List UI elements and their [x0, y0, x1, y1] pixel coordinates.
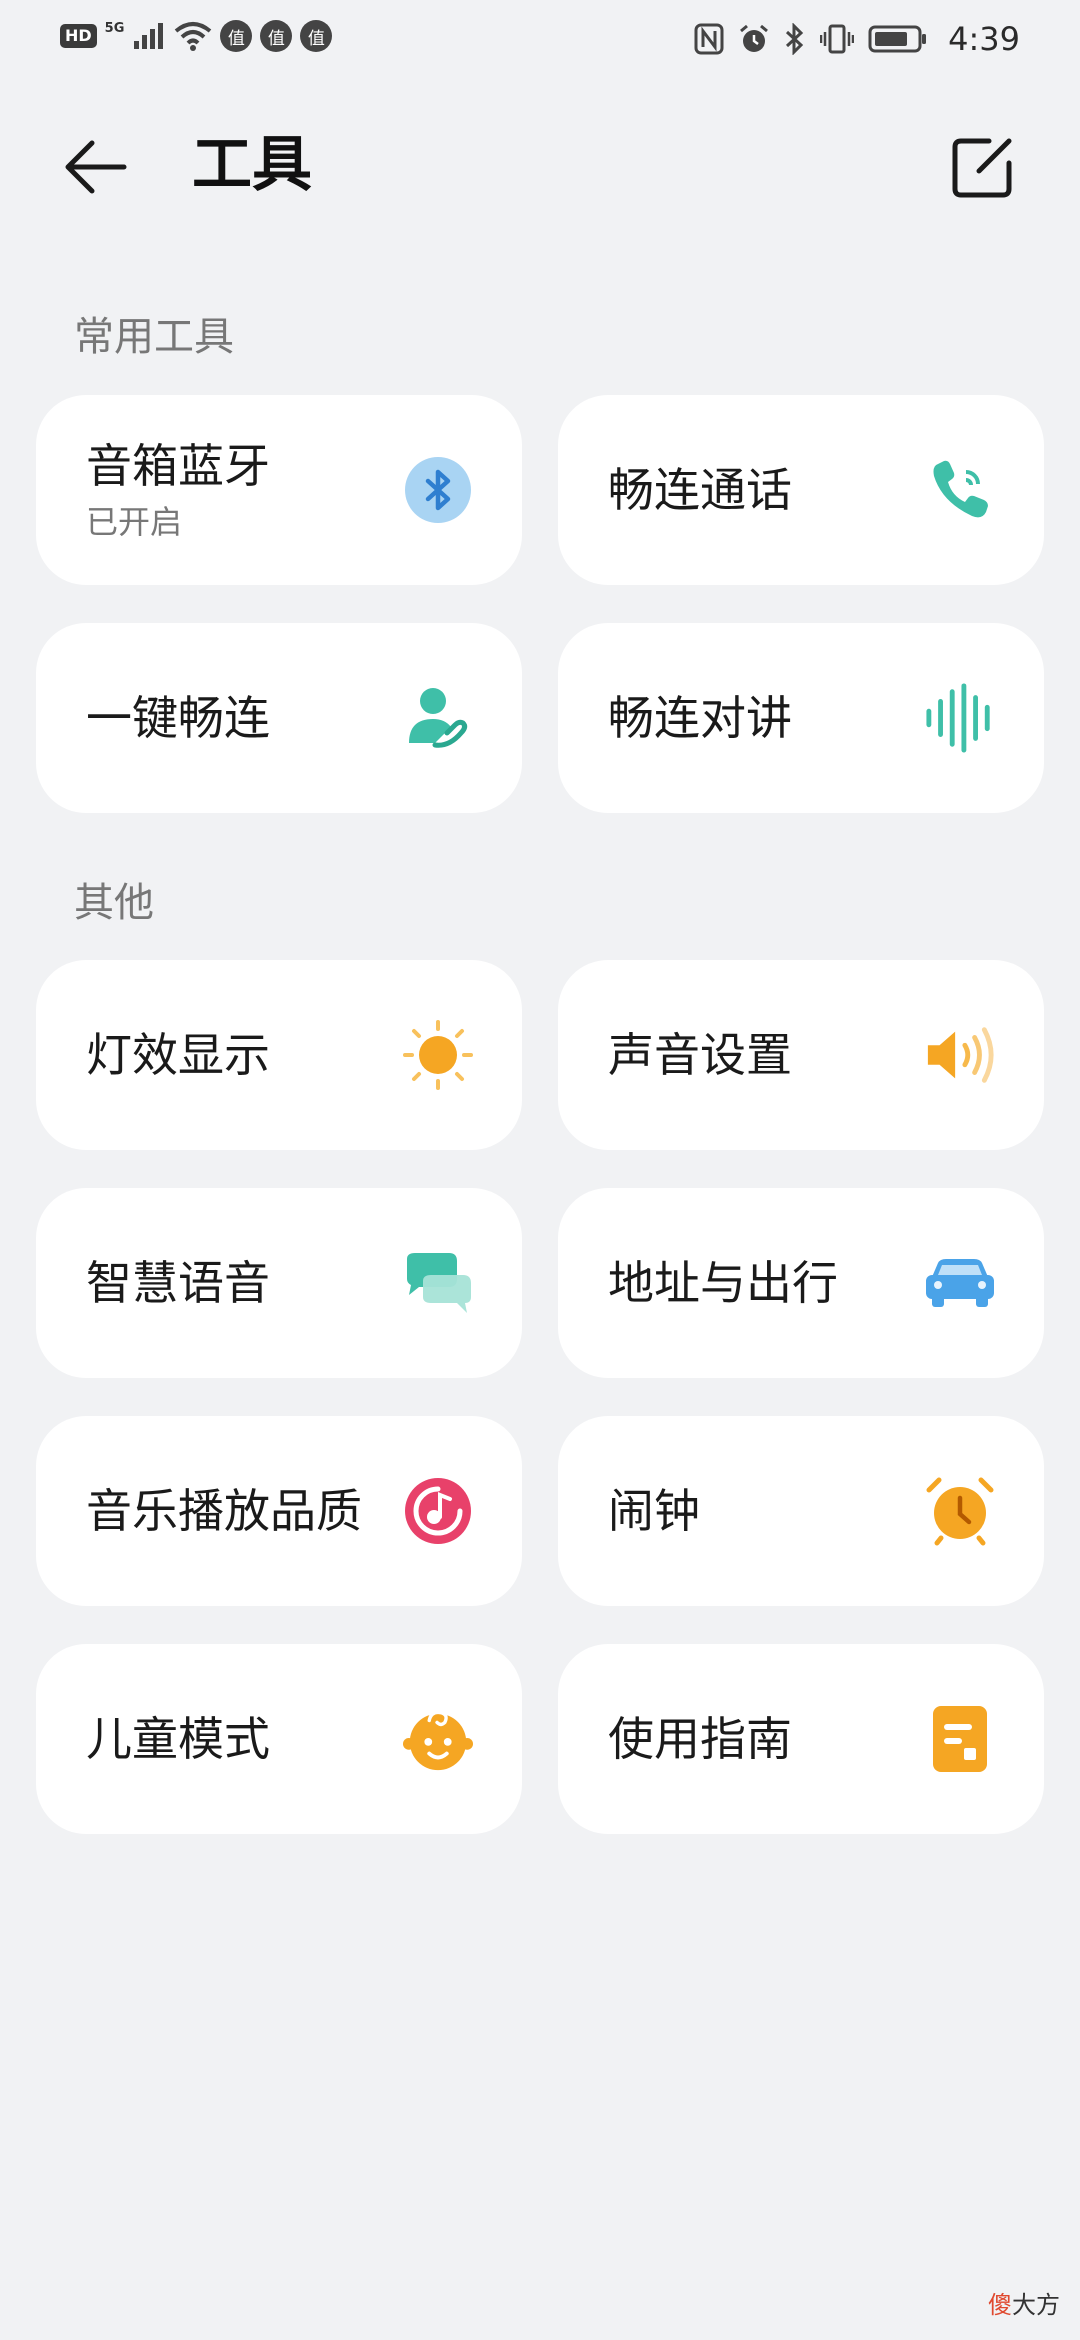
music-disc-icon	[402, 1475, 474, 1547]
watermark-first-char: 傻	[988, 2291, 1012, 2319]
sun-icon	[402, 1019, 474, 1091]
tool-card-user-guide[interactable]: 使用指南	[558, 1644, 1044, 1834]
other-tools-grid: 灯效显示 声音设置 智慧语音 地址与出行 音乐播放品质 闹钟 儿童模式 使用指南	[36, 960, 1044, 1834]
card-label: 闹钟	[608, 1484, 700, 1538]
back-button[interactable]	[64, 132, 154, 202]
back-arrow-icon	[65, 140, 127, 194]
battery-icon	[868, 25, 927, 53]
card-label: 灯效显示	[86, 1028, 270, 1082]
phone-icon	[924, 454, 996, 526]
alarm-clock-icon	[924, 1475, 996, 1547]
speaker-icon	[924, 1019, 996, 1091]
edit-icon	[952, 138, 1012, 198]
card-label: 音箱蓝牙	[86, 439, 270, 493]
notification-badge: 值	[260, 20, 293, 52]
tool-card-sound-settings[interactable]: 声音设置	[558, 960, 1044, 1150]
tool-card-speaker-bluetooth[interactable]: 音箱蓝牙 已开启	[36, 395, 522, 585]
status-left: HD 5G 值 值 值	[60, 20, 333, 52]
signal-icon	[134, 23, 164, 49]
notification-badge: 值	[220, 20, 253, 52]
section-title-common-tools: 常用工具	[74, 314, 234, 360]
tool-card-one-touch-connect[interactable]: 一键畅连	[36, 623, 522, 813]
guide-doc-icon	[924, 1703, 996, 1775]
status-bar: HD 5G 值 值 值 4:39	[0, 0, 1080, 80]
card-label: 畅连对讲	[608, 691, 792, 745]
watermark-rest: 大方	[1012, 2291, 1060, 2319]
wifi-icon	[175, 22, 212, 51]
card-label: 地址与出行	[608, 1256, 838, 1310]
chat-bubbles-icon	[402, 1247, 474, 1319]
card-status: 已开启	[86, 503, 183, 541]
edit-button[interactable]	[944, 130, 1020, 206]
tool-card-music-quality[interactable]: 音乐播放品质	[36, 1416, 522, 1606]
bluetooth-icon	[402, 454, 474, 526]
status-right: 4:39	[694, 20, 1020, 58]
card-label: 一键畅连	[86, 691, 270, 745]
tool-card-light-effects[interactable]: 灯效显示	[36, 960, 522, 1150]
hd-badge: HD	[60, 24, 97, 48]
watermark: 傻大方	[988, 2285, 1060, 2320]
alarm-status-icon	[740, 24, 769, 52]
tool-card-changlian-call[interactable]: 畅连通话	[558, 395, 1044, 585]
tool-card-alarm[interactable]: 闹钟	[558, 1416, 1044, 1606]
card-label: 畅连通话	[608, 463, 792, 517]
section-title-others: 其他	[74, 880, 154, 926]
card-label: 音乐播放品质	[86, 1484, 362, 1538]
card-label: 儿童模式	[86, 1712, 270, 1766]
baby-face-icon	[402, 1703, 474, 1775]
tool-card-address-travel[interactable]: 地址与出行	[558, 1188, 1044, 1378]
page-title: 工具	[192, 130, 312, 200]
card-label: 使用指南	[608, 1712, 792, 1766]
tool-card-kids-mode[interactable]: 儿童模式	[36, 1644, 522, 1834]
card-label: 声音设置	[608, 1028, 792, 1082]
app-header: 工具	[0, 110, 1080, 220]
vibrate-icon	[820, 24, 855, 54]
common-tools-grid: 音箱蓝牙 已开启 畅连通话 一键畅连 畅连对讲	[36, 395, 1044, 813]
clock-time: 4:39	[948, 20, 1020, 58]
card-label: 智慧语音	[86, 1256, 270, 1310]
tool-card-smart-voice[interactable]: 智慧语音	[36, 1188, 522, 1378]
nfc-icon	[694, 23, 724, 55]
soundwave-icon	[924, 682, 996, 754]
network-type-label: 5G	[104, 20, 125, 36]
car-icon	[924, 1247, 996, 1319]
bluetooth-status-icon	[786, 23, 804, 55]
person-hand-icon	[402, 682, 474, 754]
tool-card-intercom[interactable]: 畅连对讲	[558, 623, 1044, 813]
notification-badge: 值	[300, 20, 333, 52]
